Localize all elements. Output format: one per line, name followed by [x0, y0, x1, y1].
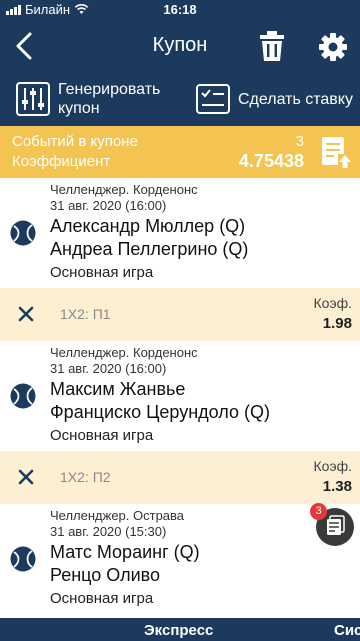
- event-card[interactable]: Челленджер. Острава 31 авг. 2020 (15:30)…: [0, 504, 360, 614]
- tournament-name: Челленджер. Острава: [50, 508, 185, 523]
- place-bet-button[interactable]: Сделать ставку: [196, 72, 353, 126]
- tab-express[interactable]: Экспресс: [144, 622, 213, 639]
- remove-bet-icon[interactable]: [17, 468, 35, 486]
- market-name: Основная игра: [50, 264, 154, 281]
- events-count-label: Событий в купоне: [12, 133, 138, 150]
- event-card[interactable]: Челленджер. Корденонс 31 авг. 2020 (16:0…: [0, 178, 360, 288]
- coef-value: 1.98: [322, 315, 352, 332]
- remove-bet-icon[interactable]: [17, 305, 35, 323]
- coupon-count-badge: 3: [310, 503, 327, 520]
- top-navbar: Купон: [0, 20, 360, 72]
- generate-coupon-button[interactable]: Генерировать купон: [16, 72, 160, 126]
- generate-coupon-label: Генерировать купон: [58, 80, 160, 118]
- tennis-ball-icon: [10, 220, 36, 246]
- event-date: 31 авг. 2020 (16:00): [50, 361, 167, 376]
- market-name: Основная игра: [50, 427, 154, 444]
- coefficient-label: Коэффициент: [12, 153, 111, 170]
- tennis-ball-icon: [10, 546, 36, 572]
- event-date: 31 авг. 2020 (15:30): [50, 524, 167, 539]
- coefficient-value: 4.75438: [238, 151, 304, 171]
- bet-selection-row: 1X2: П2 Коэф. 1.38: [0, 451, 360, 504]
- coupon-events-list: Челленджер. Корденонс 31 авг. 2020 (16:0…: [0, 178, 360, 618]
- coupon-upload-icon[interactable]: [318, 134, 354, 170]
- checklist-icon: [196, 84, 230, 114]
- gear-icon[interactable]: [318, 32, 348, 62]
- tennis-ball-icon: [10, 383, 36, 409]
- coef-label: Коэф.: [313, 295, 353, 311]
- status-time: 16:18: [163, 2, 197, 17]
- action-bar: Генерировать купон Сделать ставку: [0, 72, 360, 126]
- player-2: Андреа Пеллегрино (Q): [50, 239, 249, 259]
- place-bet-label: Сделать ставку: [238, 90, 353, 108]
- coef-value: 1.38: [322, 478, 352, 495]
- bet-selection-row: 1X2: П1 Коэф. 1.98: [0, 288, 360, 341]
- event-date: 31 авг. 2020 (16:00): [50, 198, 167, 213]
- bet-selection: 1X2: П1: [60, 306, 111, 322]
- sliders-icon: [16, 82, 50, 116]
- bet-type-tabs: Экспресс Сис: [0, 618, 360, 641]
- coupon-summary: Событий в купоне Коэффициент 3 4.75438: [0, 126, 360, 178]
- player-1: Матс Мораинг (Q): [50, 542, 200, 562]
- tab-system[interactable]: Сис: [334, 622, 360, 639]
- tournament-name: Челленджер. Корденонс: [50, 345, 198, 360]
- coef-label: Коэф.: [313, 458, 353, 474]
- tournament-name: Челленджер. Корденонс: [50, 182, 198, 197]
- trash-icon[interactable]: [258, 30, 286, 62]
- player-2: Франциско Церундоло (Q): [50, 402, 270, 422]
- bet-selection: 1X2: П2: [60, 469, 111, 485]
- events-count-value: 3: [295, 133, 304, 150]
- player-1: Максим Жанвье: [50, 379, 186, 399]
- generate-label-line2: купон: [58, 100, 100, 117]
- player-1: Александр Мюллер (Q): [50, 216, 246, 236]
- floating-coupon-button[interactable]: 3: [310, 503, 354, 546]
- status-bar: Билайн 16:18: [0, 0, 360, 20]
- event-card[interactable]: Челленджер. Корденонс 31 авг. 2020 (16:0…: [0, 341, 360, 451]
- market-name: Основная игра: [50, 590, 154, 607]
- generate-label-line1: Генерировать: [58, 81, 161, 98]
- player-2: Ренцо Оливо: [50, 565, 161, 585]
- page-title: Купон: [152, 34, 208, 56]
